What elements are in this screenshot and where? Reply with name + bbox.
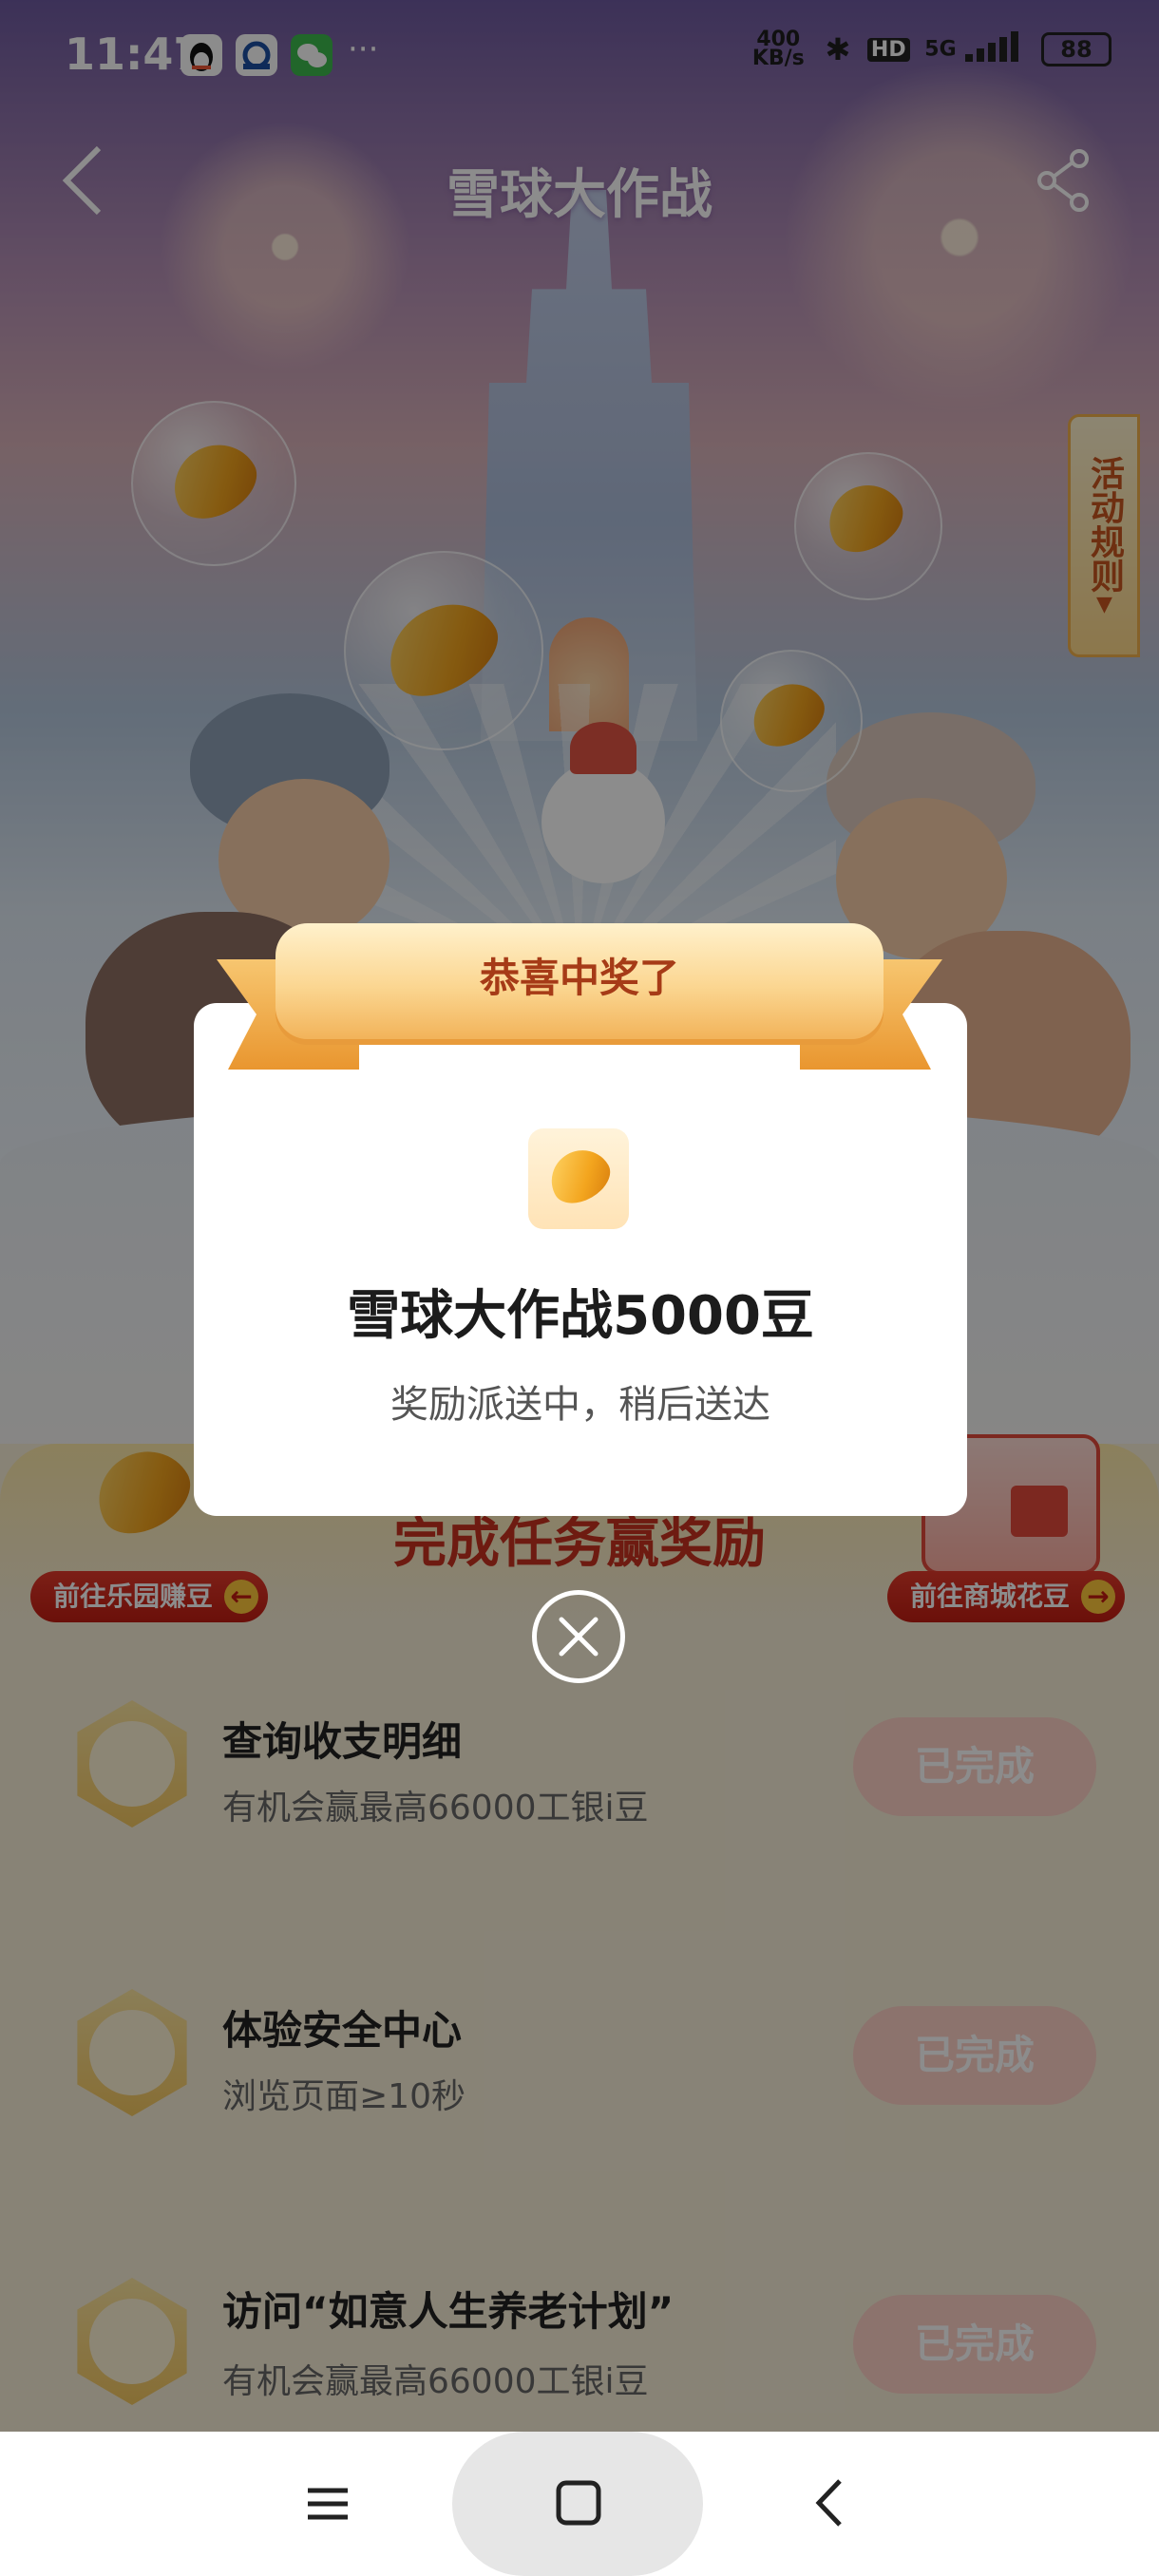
close-icon <box>559 1617 598 1657</box>
back-triangle-icon <box>815 2479 842 2527</box>
prize-modal <box>194 1003 967 1516</box>
system-back-button[interactable] <box>798 2470 864 2536</box>
home-square-icon <box>556 2480 601 2526</box>
system-menu-button[interactable] <box>294 2470 361 2536</box>
ribbon-title: 恭喜中奖了 <box>479 955 679 1001</box>
system-home-button[interactable] <box>545 2470 612 2536</box>
prize-subtitle: 奖励派送中，稍后送达 <box>390 1383 770 1427</box>
modal-close-button[interactable] <box>532 1590 625 1683</box>
menu-icon <box>308 2488 348 2520</box>
prize-title: 雪球大作战5000豆 <box>347 1285 814 1347</box>
